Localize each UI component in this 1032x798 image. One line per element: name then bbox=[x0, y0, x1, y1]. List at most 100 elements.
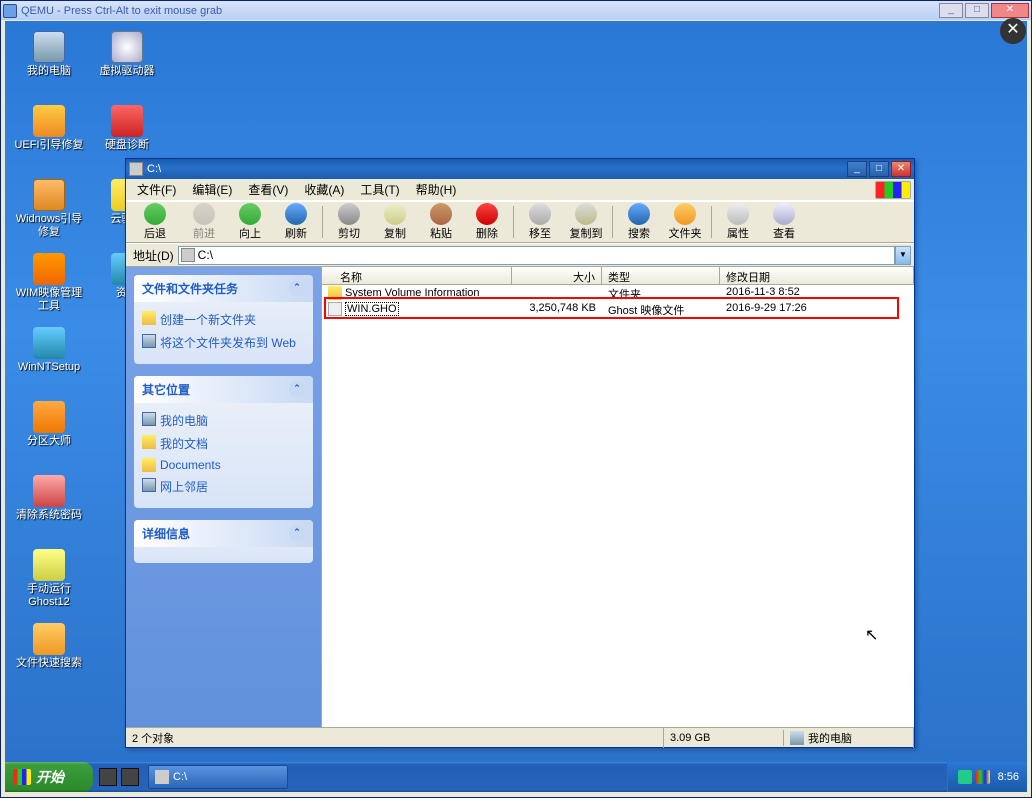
quick-launch-item[interactable] bbox=[99, 768, 117, 786]
address-value: C:\ bbox=[198, 248, 213, 262]
desktop-icon[interactable]: 虚拟驱动器 bbox=[89, 27, 165, 93]
menu-item[interactable]: 查看(V) bbox=[240, 181, 296, 199]
task-panel-item[interactable]: 创建一个新文件夹 bbox=[142, 308, 305, 331]
explorer-window: C:\ _ □ ✕ 文件(F)编辑(E)查看(V)收藏(A)工具(T)帮助(H)… bbox=[125, 158, 915, 748]
toolbar-icon bbox=[529, 203, 551, 225]
system-tray[interactable]: 8:56 bbox=[947, 762, 1027, 792]
app-icon bbox=[33, 179, 65, 211]
task-panel: 文件和文件夹任务⌃ 创建一个新文件夹将这个文件夹发布到 Web bbox=[134, 275, 313, 364]
column-size[interactable]: 大小 bbox=[512, 267, 602, 284]
task-panel-item[interactable]: Documents bbox=[142, 455, 305, 475]
toolbar-button[interactable]: 文件夹 bbox=[663, 202, 707, 242]
address-input[interactable]: C:\ bbox=[178, 246, 895, 265]
windows-logo-icon bbox=[13, 769, 31, 785]
start-button[interactable]: 开始 bbox=[5, 762, 93, 792]
qemu-minimize-button[interactable]: _ bbox=[939, 3, 963, 18]
desktop-icon[interactable]: 分区大师 bbox=[11, 397, 87, 463]
app-icon bbox=[33, 105, 65, 137]
explorer-close-button[interactable]: ✕ bbox=[891, 161, 911, 177]
explorer-maximize-button[interactable]: □ bbox=[869, 161, 889, 177]
menu-item[interactable]: 编辑(E) bbox=[184, 181, 240, 199]
app-icon bbox=[111, 31, 143, 63]
task-panel-item[interactable]: 我的电脑 bbox=[142, 409, 305, 432]
qemu-maximize-button[interactable]: □ bbox=[965, 3, 989, 18]
toolbar-button[interactable]: 前进 bbox=[182, 202, 226, 242]
column-type[interactable]: 类型 bbox=[602, 267, 720, 284]
toolbar-icon bbox=[727, 203, 749, 225]
chevron-up-icon[interactable]: ⌃ bbox=[289, 525, 305, 541]
toolbar-icon bbox=[239, 203, 261, 225]
explorer-titlebar[interactable]: C:\ _ □ ✕ bbox=[126, 159, 914, 179]
chevron-up-icon[interactable]: ⌃ bbox=[289, 280, 305, 296]
toolbar-icon bbox=[384, 203, 406, 225]
chevron-up-icon[interactable]: ⌃ bbox=[289, 381, 305, 397]
toolbar-icon bbox=[476, 203, 498, 225]
explorer-title: C:\ bbox=[147, 163, 161, 175]
toolbar-button[interactable]: 后退 bbox=[130, 202, 180, 242]
toolbar-button[interactable]: 粘贴 bbox=[419, 202, 463, 242]
quick-launch bbox=[93, 768, 145, 786]
xp-desktop[interactable]: 我的电脑虚拟驱动器UEFI引导修复硬盘诊断Widnows引导修复云骑士WIM映像… bbox=[5, 21, 1027, 792]
windows-logo-icon bbox=[875, 181, 911, 199]
menu-item[interactable]: 帮助(H) bbox=[408, 181, 465, 199]
app-icon bbox=[33, 623, 65, 655]
address-dropdown-button[interactable]: ▼ bbox=[895, 246, 911, 265]
quick-launch-item[interactable] bbox=[121, 768, 139, 786]
column-date[interactable]: 修改日期 bbox=[720, 267, 914, 284]
menu-item[interactable]: 收藏(A) bbox=[296, 181, 352, 199]
drive-icon bbox=[129, 162, 143, 176]
qemu-close-button[interactable]: ✕ bbox=[991, 3, 1029, 18]
file-list-header: 名称 大小 类型 修改日期 bbox=[322, 267, 914, 285]
status-count: 2 个对象 bbox=[126, 728, 664, 748]
toolbar-icon bbox=[674, 203, 696, 225]
explorer-minimize-button[interactable]: _ bbox=[847, 161, 867, 177]
task-panel-item[interactable]: 我的文档 bbox=[142, 432, 305, 455]
toolbar-button[interactable]: 复制 bbox=[373, 202, 417, 242]
file-row[interactable]: System Volume Information文件夹2016-11-3 8:… bbox=[322, 285, 914, 301]
overlay-close-icon[interactable]: ✕ bbox=[1000, 18, 1026, 44]
file-icon bbox=[328, 286, 342, 300]
toolbar-button[interactable]: 删除 bbox=[465, 202, 509, 242]
desktop-icon[interactable]: 我的电脑 bbox=[11, 27, 87, 93]
toolbar-icon bbox=[773, 203, 795, 225]
task-panel: 详细信息⌃ bbox=[134, 520, 313, 563]
toolbar-button[interactable]: 属性 bbox=[716, 202, 760, 242]
desktop-icon[interactable]: 手动运行Ghost12 bbox=[11, 545, 87, 611]
task-panel-item[interactable]: 将这个文件夹发布到 Web bbox=[142, 331, 305, 354]
item-icon bbox=[142, 435, 156, 449]
file-row[interactable]: WIN.GHO3,250,748 KBGhost 映像文件2016-9-29 1… bbox=[322, 301, 914, 317]
explorer-task-pane: 文件和文件夹任务⌃ 创建一个新文件夹将这个文件夹发布到 Web 其它位置⌃ 我的电脑我… bbox=[126, 267, 321, 727]
tray-icon[interactable] bbox=[976, 770, 990, 784]
task-panel-item[interactable]: 网上邻居 bbox=[142, 475, 305, 498]
toolbar-button[interactable]: 移至 bbox=[518, 202, 562, 242]
toolbar-button[interactable]: 剪切 bbox=[327, 202, 371, 242]
item-icon bbox=[142, 334, 156, 348]
toolbar-button[interactable]: 查看 bbox=[762, 202, 806, 242]
toolbar-button[interactable]: 搜索 bbox=[617, 202, 661, 242]
task-panel-header[interactable]: 文件和文件夹任务⌃ bbox=[134, 275, 313, 302]
desktop-icon[interactable]: 文件快速搜索 bbox=[11, 619, 87, 685]
address-label: 地址(D) bbox=[129, 247, 178, 264]
desktop-icon[interactable]: WinNTSetup bbox=[11, 323, 87, 389]
task-panel-header[interactable]: 其它位置⌃ bbox=[134, 376, 313, 403]
app-icon bbox=[33, 253, 65, 285]
desktop-icon[interactable]: WIM映像管理工具 bbox=[11, 249, 87, 315]
toolbar-button[interactable]: 复制到 bbox=[564, 202, 608, 242]
toolbar-button[interactable]: 向上 bbox=[228, 202, 272, 242]
menu-item[interactable]: 文件(F) bbox=[129, 181, 184, 199]
taskbar-item-explorer[interactable]: C:\ bbox=[148, 765, 288, 789]
app-icon bbox=[33, 549, 65, 581]
clock[interactable]: 8:56 bbox=[998, 771, 1019, 783]
desktop-icon[interactable]: Widnows引导修复 bbox=[11, 175, 87, 241]
qemu-titlebar[interactable]: QEMU - Press Ctrl-Alt to exit mouse grab… bbox=[1, 1, 1031, 20]
explorer-status-bar: 2 个对象 3.09 GB 我的电脑 bbox=[126, 727, 914, 747]
explorer-file-pane[interactable]: 名称 大小 类型 修改日期 System Volume Information文… bbox=[321, 267, 914, 727]
toolbar-button[interactable]: 刷新 bbox=[274, 202, 318, 242]
menu-item[interactable]: 工具(T) bbox=[352, 181, 407, 199]
column-name[interactable]: 名称 bbox=[322, 267, 512, 284]
qemu-title: QEMU - Press Ctrl-Alt to exit mouse grab bbox=[21, 5, 222, 17]
desktop-icon[interactable]: 清除系统密码 bbox=[11, 471, 87, 537]
task-panel-header[interactable]: 详细信息⌃ bbox=[134, 520, 313, 547]
desktop-icon[interactable]: UEFI引导修复 bbox=[11, 101, 87, 167]
tray-icon[interactable] bbox=[958, 770, 972, 784]
